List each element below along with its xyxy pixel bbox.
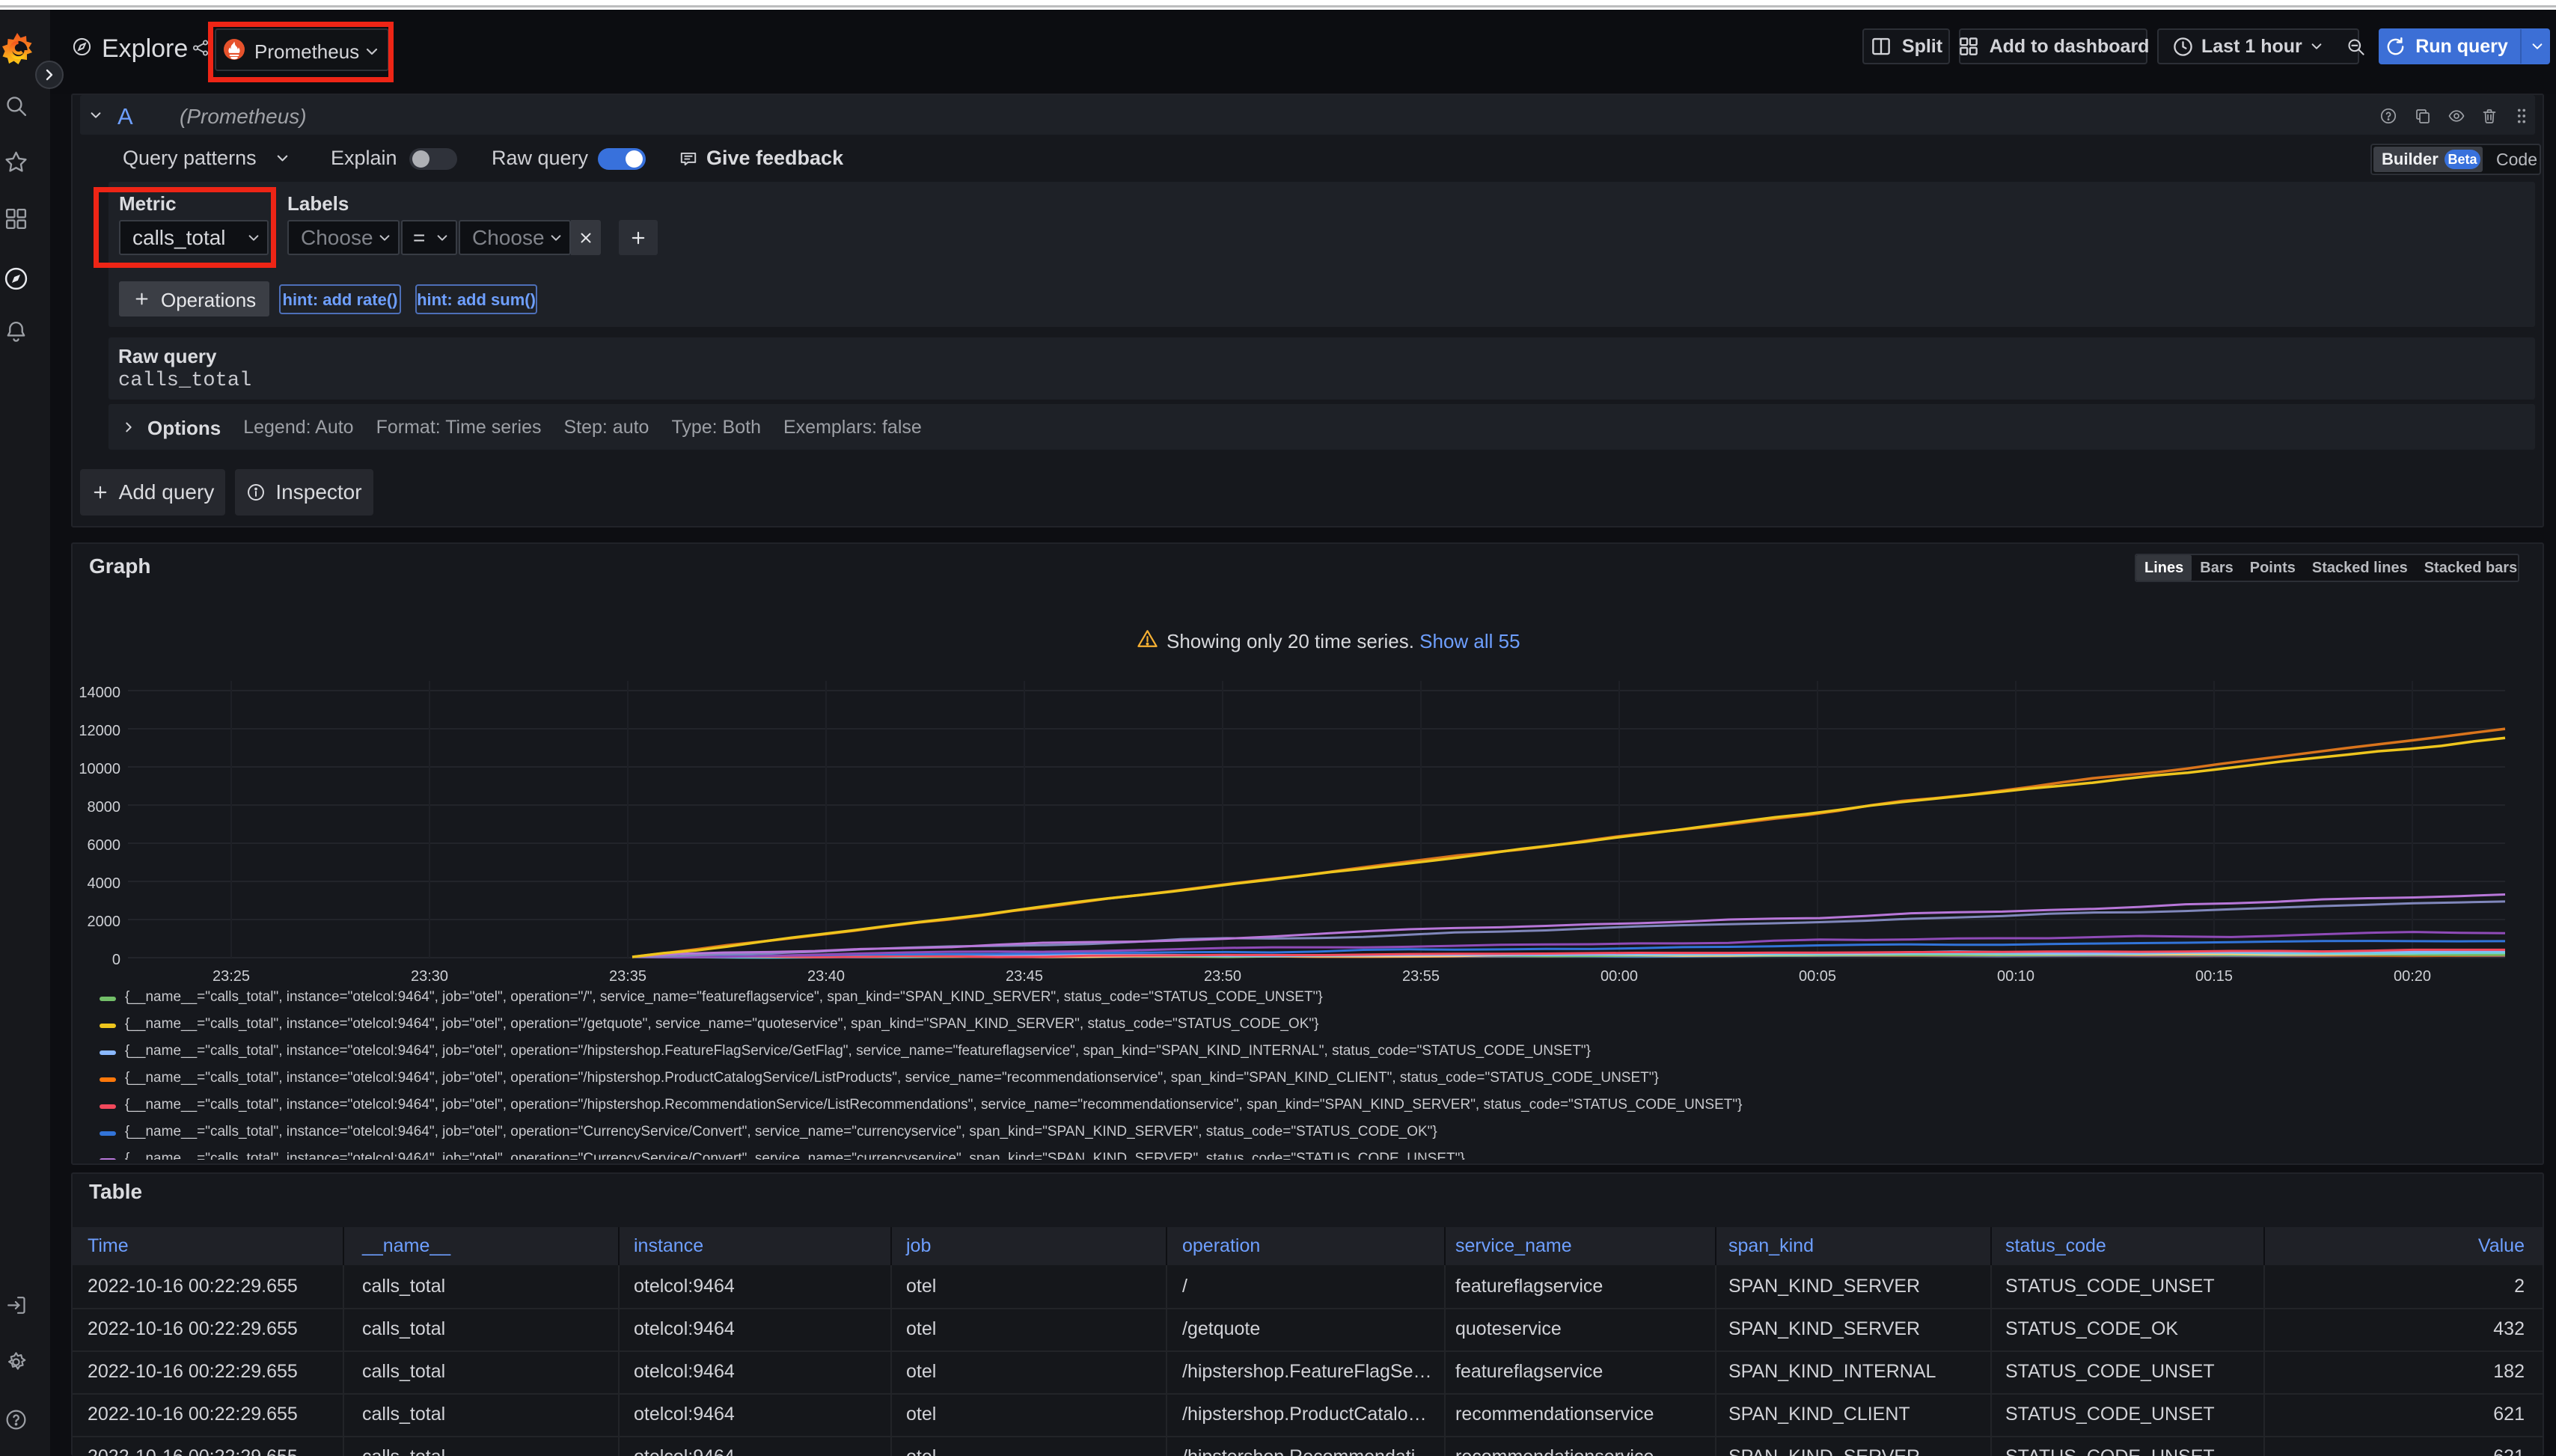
svg-text:10000: 10000 (79, 761, 120, 777)
svg-text:0: 0 (112, 952, 120, 968)
svg-text:6000: 6000 (88, 837, 121, 854)
svg-text:23:50: 23:50 (1204, 968, 1241, 985)
svg-text:23:55: 23:55 (1402, 968, 1440, 985)
svg-text:23:25: 23:25 (213, 968, 250, 985)
svg-text:14000: 14000 (79, 685, 120, 701)
svg-text:00:10: 00:10 (1997, 968, 2034, 985)
svg-text:2000: 2000 (88, 914, 121, 930)
svg-text:00:15: 00:15 (2195, 968, 2233, 985)
svg-text:00:20: 00:20 (2394, 968, 2431, 985)
svg-text:23:30: 23:30 (411, 968, 448, 985)
svg-text:23:35: 23:35 (609, 968, 646, 985)
svg-text:23:45: 23:45 (1006, 968, 1043, 985)
svg-text:23:40: 23:40 (807, 968, 845, 985)
svg-text:00:00: 00:00 (1600, 968, 1638, 985)
svg-text:00:05: 00:05 (1799, 968, 1836, 985)
svg-text:12000: 12000 (79, 723, 120, 739)
svg-text:8000: 8000 (88, 799, 121, 816)
svg-text:4000: 4000 (88, 875, 121, 892)
